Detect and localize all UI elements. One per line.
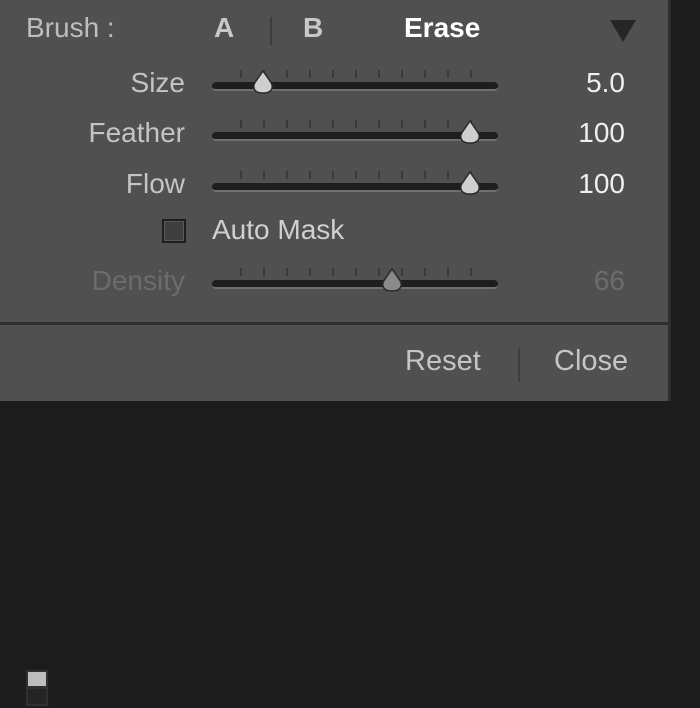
size-value[interactable]: 5.0 xyxy=(505,69,625,97)
panel-toggle-icon[interactable] xyxy=(24,668,50,708)
brush-panel: Brush : A B Erase Size 5.0 Feather 100 F… xyxy=(0,0,671,325)
density-label: Density xyxy=(91,265,185,296)
brush-tab-b[interactable]: B xyxy=(303,14,323,42)
density-value: 66 xyxy=(593,265,625,296)
triangle-down-icon[interactable] xyxy=(610,20,636,42)
auto-mask-label[interactable]: Auto Mask xyxy=(212,216,344,244)
feather-label: Feather xyxy=(88,117,186,148)
slider-track xyxy=(212,280,498,289)
brush-label: Brush : xyxy=(26,12,115,43)
feather-slider[interactable] xyxy=(212,118,498,158)
slider-track xyxy=(212,132,498,141)
flow-label: Flow xyxy=(125,168,185,199)
brush-tab-erase[interactable]: Erase xyxy=(404,14,480,42)
auto-mask-checkbox[interactable] xyxy=(162,219,186,243)
brush-tab-a[interactable]: A xyxy=(214,14,234,42)
density-slider xyxy=(212,266,498,306)
feather-value[interactable]: 100 xyxy=(505,119,625,147)
tab-divider xyxy=(270,17,272,45)
flow-value[interactable]: 100 xyxy=(505,170,625,198)
slider-ticks xyxy=(212,118,498,130)
reset-button[interactable]: Reset xyxy=(405,345,481,378)
panel-footer: Reset Close xyxy=(0,325,671,708)
slider-track xyxy=(212,183,498,192)
slider-ticks xyxy=(212,266,498,278)
flow-slider[interactable] xyxy=(212,169,498,209)
size-label: Size xyxy=(130,67,185,98)
close-button[interactable]: Close xyxy=(554,345,628,378)
window-edge xyxy=(0,401,700,408)
size-slider[interactable] xyxy=(212,68,498,108)
slider-ticks xyxy=(212,169,498,181)
footer-divider xyxy=(518,348,520,382)
